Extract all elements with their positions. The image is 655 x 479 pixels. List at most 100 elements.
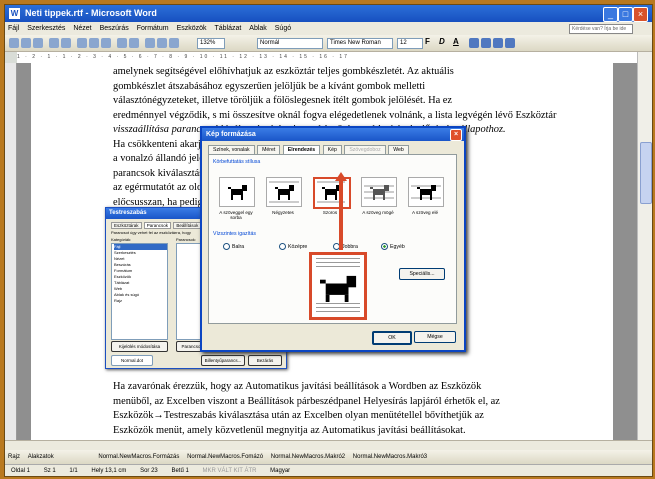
tab-colors-lines[interactable]: Színek, vonalak bbox=[208, 145, 255, 154]
menu-file[interactable]: Fájl bbox=[8, 25, 19, 32]
bold-button[interactable]: F bbox=[425, 37, 430, 46]
align-center-radio[interactable]: Középre bbox=[279, 243, 307, 250]
print-icon[interactable] bbox=[49, 38, 59, 48]
tab-commands[interactable]: Parancsok bbox=[143, 222, 172, 229]
ok-button[interactable]: OK bbox=[372, 331, 412, 345]
wrap-tight-option[interactable] bbox=[313, 177, 351, 209]
macro-button[interactable]: Normal.NewMacros.Formázás bbox=[98, 454, 179, 460]
align-other-radio[interactable]: Egyéb bbox=[381, 243, 405, 250]
macro-button[interactable]: Normal.NewMacros.Makró2 bbox=[271, 454, 345, 460]
help-search-input[interactable]: Kérdése van? Írja be ide bbox=[569, 24, 633, 34]
underline-button[interactable]: A bbox=[453, 37, 459, 46]
align-right-icon[interactable] bbox=[493, 38, 503, 48]
paragraph-icon[interactable] bbox=[169, 38, 179, 48]
italic-button[interactable]: D bbox=[439, 37, 445, 46]
menu-table[interactable]: Táblázat bbox=[214, 25, 241, 32]
align-left-radio[interactable]: Balra bbox=[223, 243, 244, 250]
redo-icon[interactable] bbox=[129, 38, 139, 48]
wrap-front-label: A szöveg elé bbox=[411, 210, 439, 215]
word-icon: W bbox=[9, 8, 20, 19]
customize-tabs: Eszköztárak Parancsok Beállítások bbox=[111, 222, 202, 229]
text-lines-icon bbox=[316, 258, 360, 270]
menu-insert[interactable]: Beszúrás bbox=[100, 25, 129, 32]
text-line: eredménnyel végződik, s mi összesítve ok… bbox=[113, 109, 557, 121]
paste-icon[interactable] bbox=[101, 38, 111, 48]
close-button[interactable]: × bbox=[633, 7, 648, 22]
wrap-front-option[interactable] bbox=[408, 177, 444, 207]
tight-wrap-preview bbox=[309, 252, 367, 320]
align-center-icon[interactable] bbox=[481, 38, 491, 48]
close-icon[interactable]: × bbox=[450, 129, 462, 141]
tab-size[interactable]: Méret bbox=[257, 145, 281, 154]
dog-icon bbox=[411, 185, 441, 200]
status-position: Hely 13,1 cm bbox=[91, 468, 127, 474]
maximize-button[interactable]: □ bbox=[618, 7, 633, 22]
keyboard-button[interactable]: Billentyűparancs... bbox=[201, 355, 245, 366]
menu-edit[interactable]: Szerkesztés bbox=[27, 25, 65, 32]
close-dialog-button[interactable]: Bezárás bbox=[248, 355, 282, 366]
dog-icon bbox=[228, 185, 247, 200]
align-left-icon[interactable] bbox=[469, 38, 479, 48]
wrap-square-label: Négyzetes bbox=[272, 210, 294, 215]
new-icon[interactable] bbox=[9, 38, 19, 48]
menu-window[interactable]: Ablak bbox=[249, 25, 267, 32]
advanced-button[interactable]: Speciális... bbox=[399, 268, 445, 280]
text-line: gombkészlet átszabásához egyszerűen jelö… bbox=[113, 80, 426, 92]
status-pages: 1/1 bbox=[69, 468, 78, 474]
macro-button[interactable]: Normal.NewMacros.Fomázó bbox=[187, 454, 263, 460]
cancel-button[interactable]: Mégse bbox=[414, 331, 456, 343]
draw-menu[interactable]: Rajz bbox=[8, 454, 20, 460]
commands-label: Parancsok: bbox=[176, 237, 197, 242]
modify-selection-button[interactable]: Kijelölés módosítása bbox=[111, 341, 168, 352]
wrap-behind-option[interactable] bbox=[361, 177, 397, 207]
copy-icon[interactable] bbox=[89, 38, 99, 48]
text-lines-icon bbox=[316, 303, 360, 315]
align-right-radio[interactable]: Jobbra bbox=[333, 243, 358, 250]
status-line: Sor 23 bbox=[140, 468, 158, 474]
autoshapes-menu[interactable]: Alakzatok bbox=[28, 454, 54, 460]
zoom-select[interactable]: 132% bbox=[197, 38, 225, 49]
open-icon[interactable] bbox=[21, 38, 31, 48]
save-icon[interactable] bbox=[33, 38, 43, 48]
macro-button[interactable]: Normal.NewMacros.Makró3 bbox=[353, 454, 427, 460]
menu-bar: Fájl Szerkesztés Nézet Beszúrás Formátum… bbox=[5, 22, 652, 35]
menu-format[interactable]: Formátum bbox=[137, 25, 169, 32]
size-select[interactable]: 12 bbox=[397, 38, 423, 49]
justify-icon[interactable] bbox=[505, 38, 515, 48]
menu-tools[interactable]: Eszközök bbox=[177, 25, 207, 32]
minimize-button[interactable]: _ bbox=[603, 7, 618, 22]
tab-picture[interactable]: Kép bbox=[322, 145, 342, 154]
text-line: menüből, az Excelben viszont a Beállítás… bbox=[113, 395, 500, 407]
menu-view[interactable]: Nézet bbox=[73, 25, 91, 32]
cut-icon[interactable] bbox=[77, 38, 87, 48]
radio-label: Balra bbox=[232, 243, 245, 250]
tab-options[interactable]: Beállítások bbox=[173, 222, 202, 229]
tab-toolbars[interactable]: Eszköztárak bbox=[111, 222, 142, 229]
vertical-scrollbar[interactable] bbox=[637, 52, 652, 440]
text-line: Ha zavarónak érezzük, hogy az Automatiku… bbox=[113, 381, 482, 392]
style-select[interactable]: Normál bbox=[257, 38, 323, 49]
dog-icon bbox=[320, 275, 357, 302]
radio-label: Egyéb bbox=[390, 243, 405, 250]
menu-help[interactable]: Súgó bbox=[275, 25, 291, 32]
undo-icon[interactable] bbox=[117, 38, 127, 48]
scroll-thumb[interactable] bbox=[640, 142, 652, 204]
dog-icon bbox=[269, 181, 299, 203]
status-bar: Oldal 1 Sz 1 1/1 Hely 13,1 cm Sor 23 Bet… bbox=[5, 464, 652, 476]
categories-list[interactable]: Fájl Szerkesztés Nézet Beszúrás Formátum… bbox=[111, 243, 168, 340]
list-item[interactable]: Rajz bbox=[114, 298, 167, 304]
tab-web[interactable]: Web bbox=[388, 145, 409, 154]
vertical-ruler[interactable] bbox=[5, 63, 17, 440]
format-picture-tabs: Színek, vonalak Méret Elrendezés Kép Szö… bbox=[208, 145, 410, 154]
wrap-square-option[interactable] bbox=[266, 177, 302, 207]
radio-label: Középre bbox=[288, 243, 308, 250]
save-in-select[interactable]: Normal.dot bbox=[111, 355, 153, 366]
preview-icon[interactable] bbox=[61, 38, 71, 48]
toolbar: 132% Normál Times New Roman 12 F D A bbox=[5, 35, 652, 52]
font-select[interactable]: Times New Roman bbox=[327, 38, 393, 49]
wrap-inline-option[interactable] bbox=[219, 177, 255, 207]
columns-icon[interactable] bbox=[157, 38, 167, 48]
tab-layout[interactable]: Elrendezés bbox=[282, 145, 321, 154]
table-icon[interactable] bbox=[145, 38, 155, 48]
window-title: Neti tippek.rtf - Microsoft Word bbox=[25, 8, 157, 18]
